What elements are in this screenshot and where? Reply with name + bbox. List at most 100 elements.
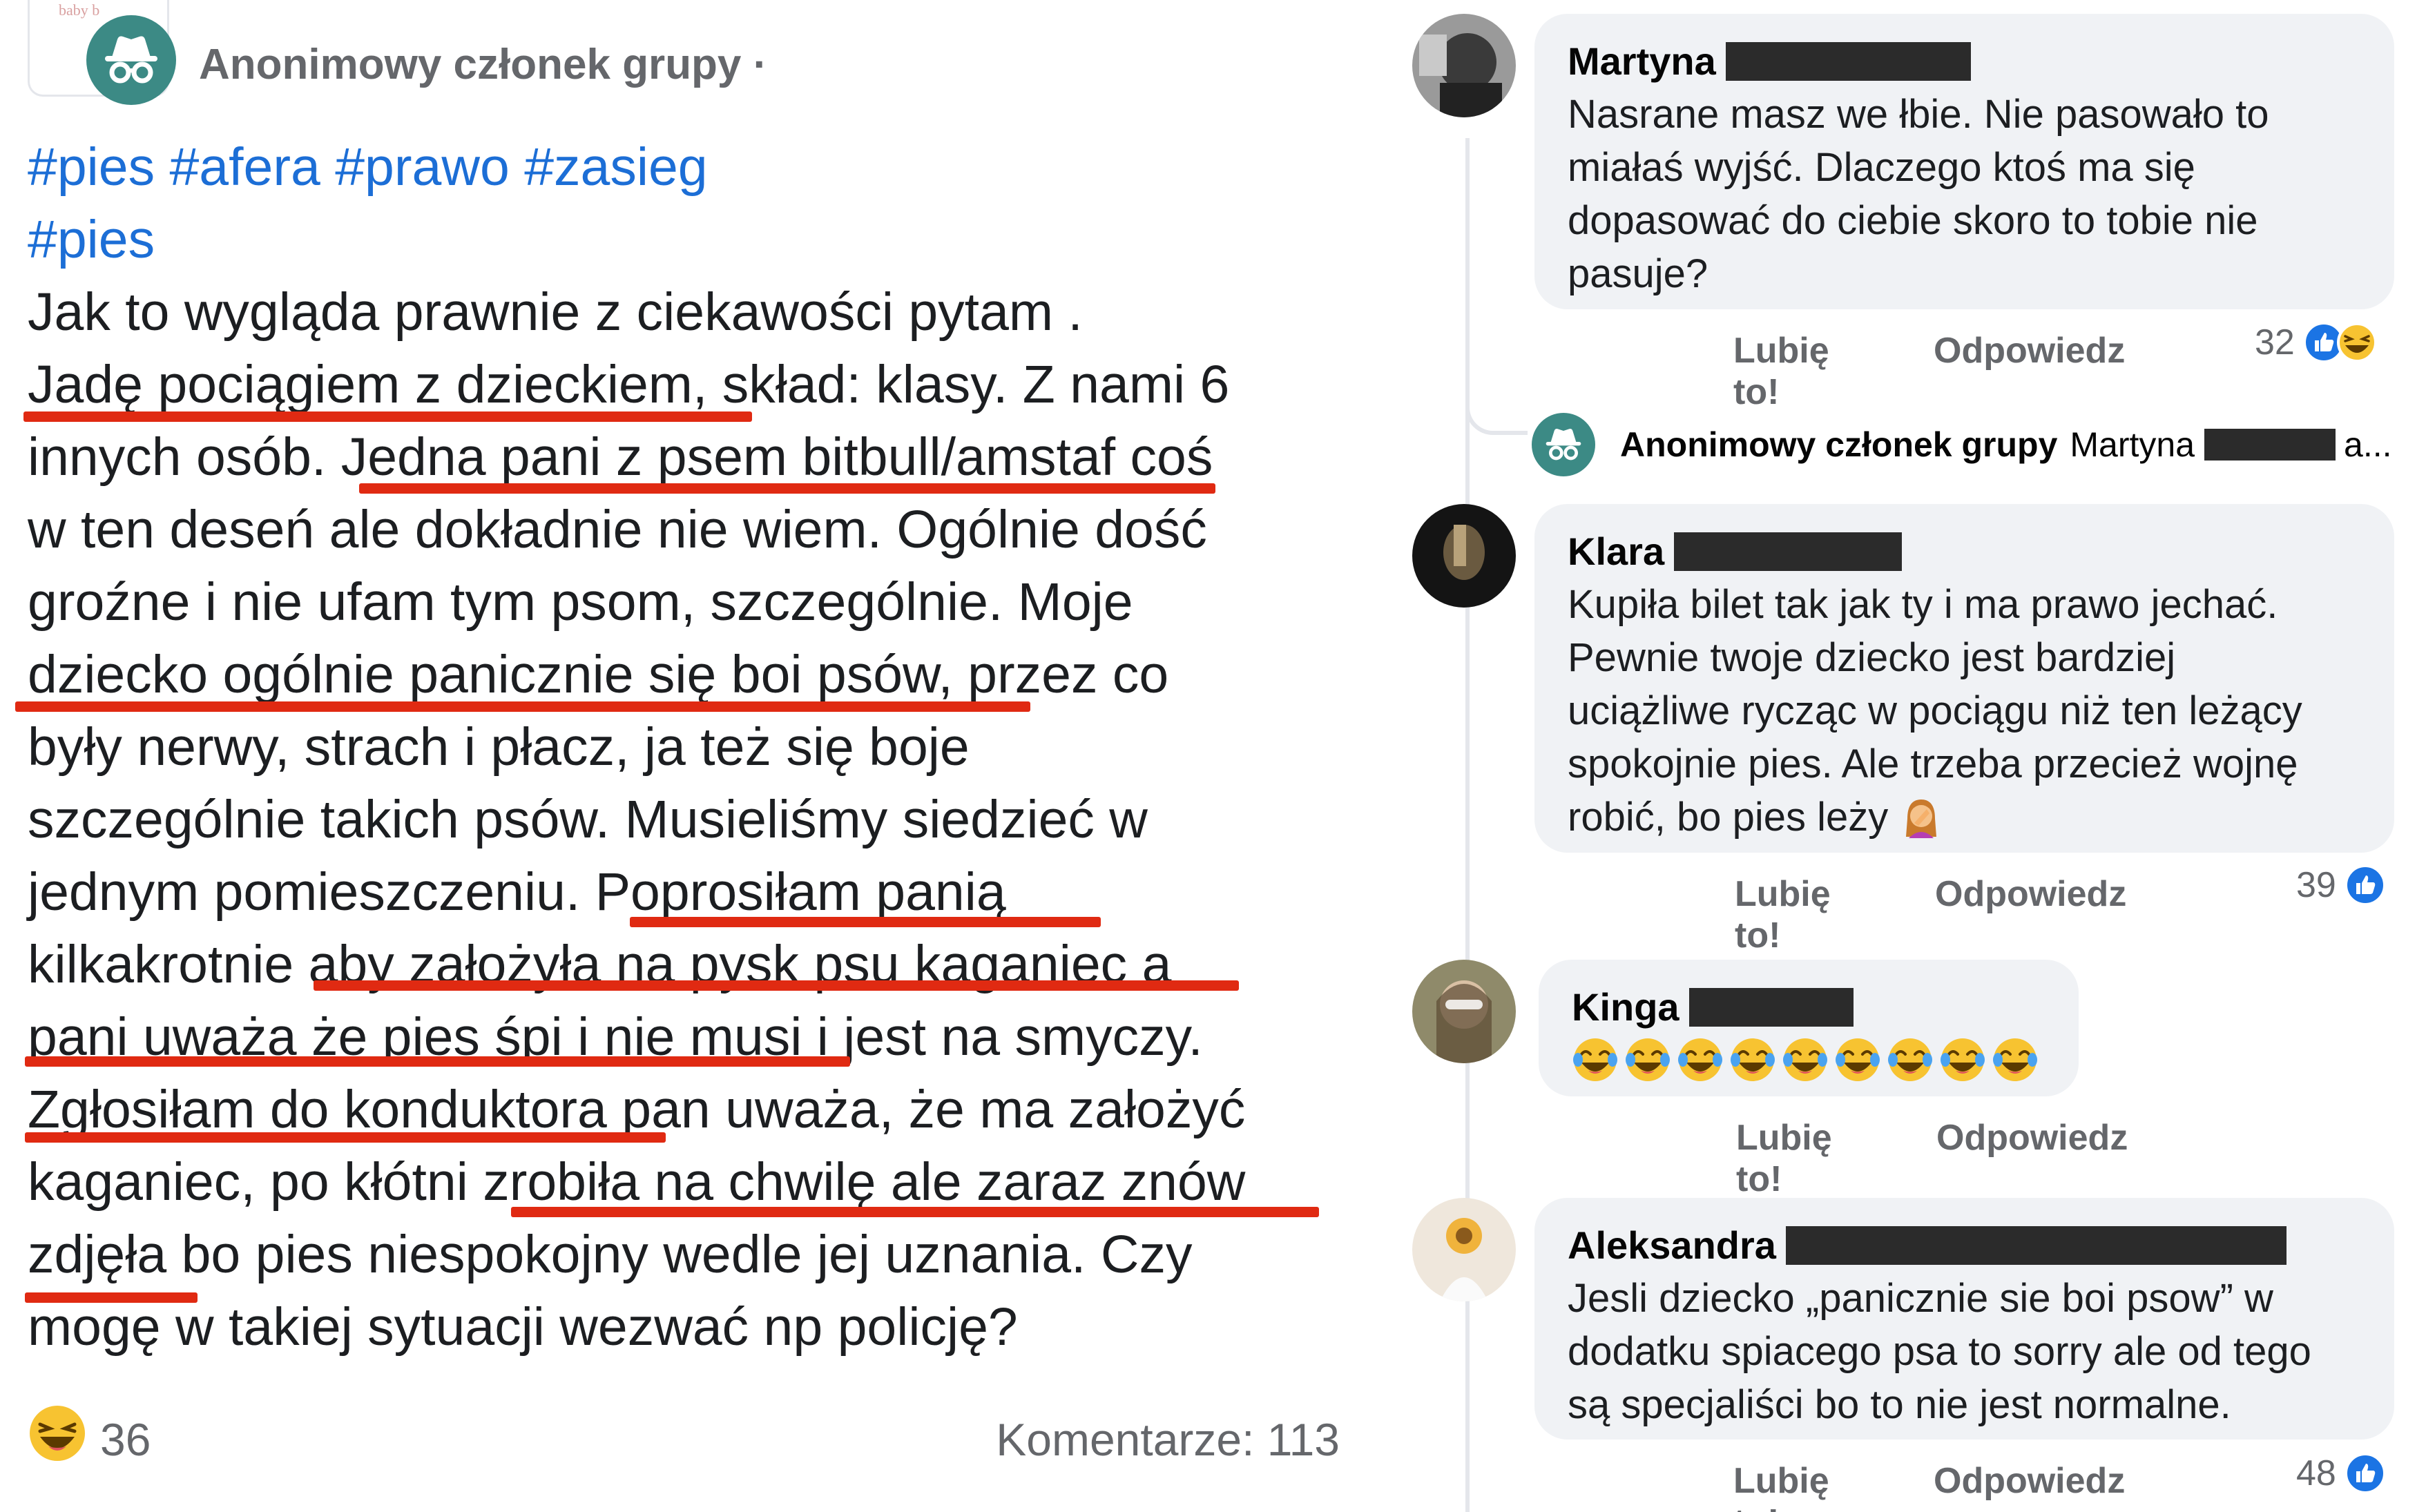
red-underline-mark xyxy=(511,1207,1319,1217)
reply-target: Martyna xyxy=(2070,425,2195,464)
comment-bubble: Kinga xyxy=(1539,960,2079,1096)
thread-line-branch xyxy=(1465,387,1528,435)
haha-reaction-icon[interactable] xyxy=(28,1404,87,1463)
like-button[interactable]: Lubię to! xyxy=(1736,1117,1832,1200)
like-reaction-icon xyxy=(2344,1453,2386,1494)
tears-of-joy-icon xyxy=(1993,1038,2037,1081)
hashtag-line: #pies #afera #prawo #zasieg xyxy=(28,131,1381,204)
emoji-row xyxy=(1572,1036,2045,1083)
reply-button[interactable]: Odpowiedz xyxy=(1935,873,2126,915)
reaction-count: 39 xyxy=(2296,865,2336,905)
group-post: baby b Anonimowy członek grupy · #pies #… xyxy=(0,0,1381,1512)
reply-button[interactable]: Odpowiedz xyxy=(1934,1460,2125,1502)
comment-reactions[interactable]: 39 xyxy=(2296,864,2386,906)
post-text-line: zdjęła bo pies niespokojny wedle jej uzn… xyxy=(28,1225,1193,1284)
red-underline-mark xyxy=(359,483,1215,494)
tears-of-joy-icon xyxy=(1941,1038,1985,1081)
comment-bubble: Aleksandra Jesli dziecko „panicznie sie … xyxy=(1534,1198,2394,1440)
post-text-line: były nerwy, strach i płacz, ja też się b… xyxy=(28,717,970,777)
tears-of-joy-icon xyxy=(1573,1038,1617,1081)
red-underline-mark xyxy=(630,917,1101,927)
red-underline-mark xyxy=(25,1056,850,1067)
hashtag-link[interactable]: #afera xyxy=(169,137,320,197)
comment-text-line: Kupiła bilet tak jak ty i ma prawo jecha… xyxy=(1568,582,2278,627)
comment-author-name[interactable]: Kinga xyxy=(1572,985,1679,1029)
post-footer: 36 Komentarze: 113 xyxy=(28,1398,1340,1467)
red-underline-mark xyxy=(15,701,1030,712)
comment-text-line: pasuje? xyxy=(1568,251,1708,296)
post-author[interactable]: Anonimowy członek grupy · xyxy=(199,40,767,89)
comment-text-line: Jesli dziecko „panicznie sie boi psow” w xyxy=(1568,1276,2273,1321)
comments-count-link[interactable]: Komentarze: 113 xyxy=(996,1413,1340,1466)
redacted-surname xyxy=(1674,532,1903,571)
comment-text-line: dodatku spiacego psa to sorry ale od teg… xyxy=(1568,1329,2311,1374)
comment-text-line: są specjaliści bo to nie jest normalne. xyxy=(1568,1382,2231,1427)
reaction-count[interactable]: 36 xyxy=(100,1413,151,1466)
like-reaction-icon xyxy=(2344,864,2386,906)
comment-bubble: Martyna Nasrane masz we łbie. Nie pasowa… xyxy=(1534,14,2394,309)
comment-text-line-end: robić, bo pies leży xyxy=(1568,795,1889,840)
comment-text: Kupiła bilet tak jak ty i ma prawo jecha… xyxy=(1568,578,2361,844)
post-text-line: w ten deseń ale dokładnie nie wiem. Ogól… xyxy=(28,500,1207,559)
hashtag-link[interactable]: #prawo xyxy=(335,137,510,197)
thread-line xyxy=(1465,138,1470,1512)
reaction-count: 32 xyxy=(2255,322,2295,362)
comment-author-name[interactable]: Aleksandra xyxy=(1568,1223,1776,1268)
anonymous-member-icon[interactable] xyxy=(86,15,176,105)
post-text-line: szczególnie takich psów. Musieliśmy sied… xyxy=(28,790,1148,849)
tears-of-joy-icon xyxy=(1731,1038,1775,1081)
comment-text-line: robić, bo pies leży xyxy=(1568,791,2361,844)
reply-button[interactable]: Odpowiedz xyxy=(1936,1117,2128,1159)
redacted-surname xyxy=(2204,429,2336,461)
tears-of-joy-icon xyxy=(1626,1038,1670,1081)
woman-facepalming-icon xyxy=(1906,799,1937,838)
red-underline-mark xyxy=(314,980,1239,991)
comment-text-line: Pewnie twoje dziecko jest bardziej xyxy=(1568,635,2176,680)
post-text-line: Jadę pociągiem z dzieckiem, skład: klasy… xyxy=(28,355,1230,414)
comment-reactions[interactable]: 32 xyxy=(2255,322,2378,363)
post-text-line: dziecko ogólnie panicznie się boi psów, … xyxy=(28,645,1169,704)
post-text-line: Jak to wygląda prawnie z ciekawości pyta… xyxy=(28,282,1083,342)
reply-button[interactable]: Odpowiedz xyxy=(1934,330,2125,371)
reply-more[interactable]: a... xyxy=(2344,425,2391,465)
red-underline-mark xyxy=(25,1132,666,1143)
redacted-surname xyxy=(1785,1225,2287,1265)
comment-text-line: Nasrane masz we łbie. Nie pasowało to xyxy=(1568,92,2269,137)
comment-text: Nasrane masz we łbie. Nie pasowało to mi… xyxy=(1568,88,2361,300)
comment-text-line: miałaś wyjść. Dlaczego ktoś ma się xyxy=(1568,145,2195,190)
hashtag-link[interactable]: #pies xyxy=(28,210,155,269)
haha-reaction-icon xyxy=(2336,322,2377,362)
reply-author[interactable]: Anonimowy członek grupy xyxy=(1620,425,2057,465)
avatar[interactable] xyxy=(1412,504,1516,608)
tears-of-joy-icon xyxy=(1888,1038,1932,1081)
comment-text-line: dopasować do ciebie skoro to tobie nie xyxy=(1568,198,2258,243)
group-thumb-text: baby b xyxy=(59,1,100,19)
post-text-line: groźne i nie ufam tym psom, szczególnie.… xyxy=(28,572,1133,632)
tears-of-joy-icon xyxy=(1836,1038,1880,1081)
reaction-count: 48 xyxy=(2296,1453,2336,1493)
avatar[interactable] xyxy=(1412,14,1516,117)
comment-author-name[interactable]: Klara xyxy=(1568,529,1664,574)
like-button[interactable]: Lubię to! xyxy=(1733,1460,1829,1512)
red-underline-mark xyxy=(25,1292,198,1303)
tears-of-joy-icon xyxy=(1678,1038,1722,1081)
comment-author[interactable]: Martyna xyxy=(1568,39,2361,84)
like-button[interactable]: Lubię to! xyxy=(1733,330,1829,413)
redacted-surname xyxy=(1688,987,1854,1027)
comment-author-name[interactable]: Martyna xyxy=(1568,39,1716,84)
tears-of-joy-icon xyxy=(1783,1038,1827,1081)
like-button[interactable]: Lubię to! xyxy=(1735,873,1831,956)
redacted-surname xyxy=(1725,41,1971,81)
post-text: #pies #afera #prawo #zasieg #pies Jak to… xyxy=(28,131,1381,1364)
avatar[interactable] xyxy=(1412,1198,1516,1301)
comment-reactions[interactable]: 48 xyxy=(2296,1453,2386,1494)
hashtag-link[interactable]: #zasieg xyxy=(524,137,707,197)
comment-author[interactable]: Klara xyxy=(1568,529,2361,574)
reply-preview[interactable]: Anonimowy członek grupy Martyna a... xyxy=(1532,413,2392,476)
avatar[interactable] xyxy=(1412,960,1516,1063)
red-underline-mark xyxy=(23,411,752,422)
hashtag-link[interactable]: #pies xyxy=(28,137,155,197)
comment-author[interactable]: Kinga xyxy=(1572,985,2045,1029)
post-author-name[interactable]: Anonimowy członek grupy xyxy=(199,41,741,88)
comment-author[interactable]: Aleksandra xyxy=(1568,1223,2361,1268)
